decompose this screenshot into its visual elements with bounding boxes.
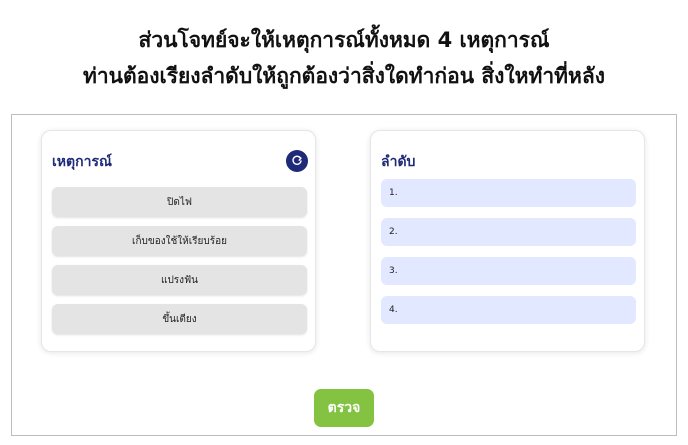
order-slot-3[interactable]: 3. (381, 257, 636, 285)
order-slot-1[interactable]: 1. (381, 179, 636, 207)
check-button[interactable]: ตรวจ (314, 389, 374, 427)
order-panel-title: ลำดับ (381, 154, 416, 170)
event-item[interactable]: เก็บของใช้ให้เรียบร้อย (52, 226, 307, 256)
order-slot-4[interactable]: 4. (381, 296, 636, 324)
events-panel-title: เหตุการณ์ (52, 154, 112, 170)
order-slot-2[interactable]: 2. (381, 218, 636, 246)
instructions-line-1: ส่วนโจทย์จะให้เหตุการณ์ทั้งหมด 4 เหตุการ… (138, 28, 550, 52)
event-item[interactable]: ปิดไฟ (52, 187, 307, 217)
reset-button[interactable] (286, 150, 308, 172)
activity-frame: เหตุการณ์ ปิดไฟ เก็บของใช้ให้เรียบร้อย แ… (11, 114, 677, 436)
refresh-icon (292, 155, 302, 165)
event-item[interactable]: แปรงฟัน (52, 265, 307, 295)
event-item[interactable]: ขึ้นเตียง (52, 304, 307, 334)
events-panel: เหตุการณ์ ปิดไฟ เก็บของใช้ให้เรียบร้อย แ… (41, 130, 316, 352)
order-panel: ลำดับ 1. 2. 3. 4. (370, 130, 645, 352)
instructions-line-2: ท่านต้องเรียงลำดับให้ถูกต้องว่าสิ่งใดทำก… (83, 64, 605, 88)
